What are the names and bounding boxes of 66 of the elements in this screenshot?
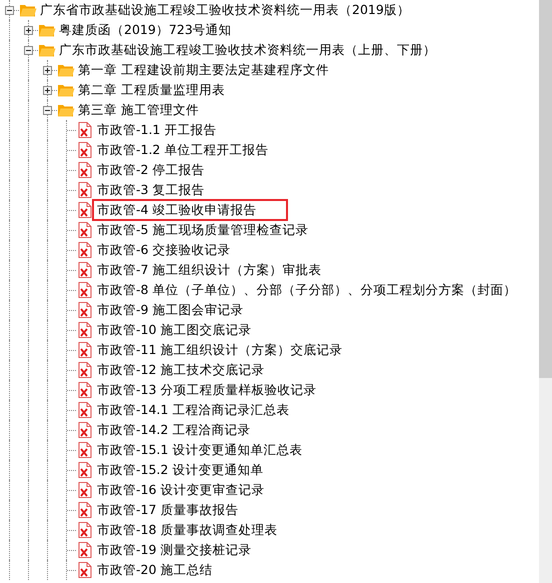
pdf-file-icon [76, 202, 94, 218]
pdf-file-icon [76, 242, 94, 258]
file-label[interactable]: 市政管-11 施工组织设计（方案）交底记录 [92, 339, 348, 361]
file-label[interactable]: 市政管-19 测量交接桩记录 [92, 539, 256, 561]
expand-icon[interactable] [24, 26, 33, 35]
file-label[interactable]: 市政管-18 质量事故调查处理表 [92, 519, 282, 541]
pdf-file-icon [76, 262, 94, 278]
folder-label[interactable]: 第一章 工程建设前期主要法定基建程序文件 [73, 59, 334, 81]
file-label[interactable]: 市政管-14.1 工程洽商记录汇总表 [92, 399, 294, 421]
file-label[interactable]: 市政管-15.2 设计变更通知单 [92, 459, 268, 481]
pdf-file-icon [76, 182, 94, 198]
file-label[interactable]: 市政管-1.1 开工报告 [92, 119, 222, 141]
folder-label[interactable]: 广东省市政基础设施工程竣工验收技术资料统一用表（2019版） [35, 0, 415, 21]
file-label[interactable]: 市政管-9 施工图会审记录 [92, 299, 248, 321]
file-label[interactable]: 市政管-8 单位（子单位）、分部（子分部）、分项工程划分方案（封面） [92, 279, 522, 301]
pdf-file-icon [76, 282, 94, 298]
collapse-icon[interactable] [24, 46, 33, 55]
file-label[interactable]: 市政管-15.1 设计变更通知单汇总表 [92, 439, 308, 461]
collapse-icon[interactable] [43, 106, 52, 115]
pdf-file-icon [76, 222, 94, 238]
pdf-file-icon [76, 522, 94, 538]
file-label[interactable]: 市政管-12 施工技术交底记录 [92, 359, 270, 381]
pdf-file-icon [76, 142, 94, 158]
folder-label[interactable]: 广东市政基础设施工程竣工验收技术资料统一用表（上册、下册） [54, 39, 441, 61]
pdf-file-icon [76, 382, 94, 398]
folder-icon [38, 42, 56, 58]
pdf-file-icon [76, 322, 94, 338]
file-label[interactable]: 市政管-3 复工报告 [92, 179, 210, 201]
pdf-file-icon [76, 122, 94, 138]
folder-icon [19, 2, 37, 18]
folder-icon [57, 82, 75, 98]
pdf-file-icon [76, 402, 94, 418]
folder-icon [57, 62, 75, 78]
scrollbar[interactable] [539, 0, 552, 583]
folder-icon [57, 102, 75, 118]
file-label[interactable]: 市政管-20 施工总结 [92, 559, 218, 581]
expand-icon[interactable] [43, 66, 52, 75]
pdf-file-icon [76, 542, 94, 558]
file-label[interactable]: 市政管-1.2 单位工程开工报告 [92, 139, 274, 161]
folder-label[interactable]: 第三章 施工管理文件 [73, 99, 204, 121]
pdf-file-icon [76, 302, 94, 318]
scrollbar-thumb[interactable] [539, 0, 552, 378]
file-label[interactable]: 市政管-5 施工现场质量管理检查记录 [92, 219, 314, 241]
file-label[interactable]: 市政管-13 分项工程质量样板验收记录 [92, 379, 322, 401]
pdf-file-icon [76, 342, 94, 358]
file-label[interactable]: 市政管-7 施工组织设计（方案）审批表 [92, 259, 326, 281]
file-label[interactable]: 市政管-4 竣工验收申请报告 [92, 199, 288, 221]
pdf-file-icon [76, 482, 94, 498]
pdf-file-icon [76, 502, 94, 518]
pdf-file-icon [76, 362, 94, 378]
pdf-file-icon [76, 422, 94, 438]
folder-icon [38, 22, 56, 38]
file-label[interactable]: 市政管-2 停工报告 [92, 159, 210, 181]
pdf-file-icon [76, 562, 94, 578]
file-label[interactable]: 市政管-14.2 工程洽商记录 [92, 419, 256, 441]
file-label[interactable]: 市政管-6 交接验收记录 [92, 239, 236, 261]
folder-label[interactable]: 第二章 工程质量监理用表 [73, 79, 230, 101]
pdf-file-icon [76, 462, 94, 478]
file-label[interactable]: 市政管-17 质量事故报告 [92, 499, 244, 521]
collapse-icon[interactable] [5, 6, 14, 15]
pdf-file-icon [76, 442, 94, 458]
file-label[interactable]: 市政管-10 施工图交底记录 [92, 319, 256, 341]
file-label[interactable]: 市政管-16 设计变更审查记录 [92, 479, 270, 501]
folder-label[interactable]: 粤建质函（2019）723号通知 [54, 19, 237, 41]
expand-icon[interactable] [43, 86, 52, 95]
pdf-file-icon [76, 162, 94, 178]
